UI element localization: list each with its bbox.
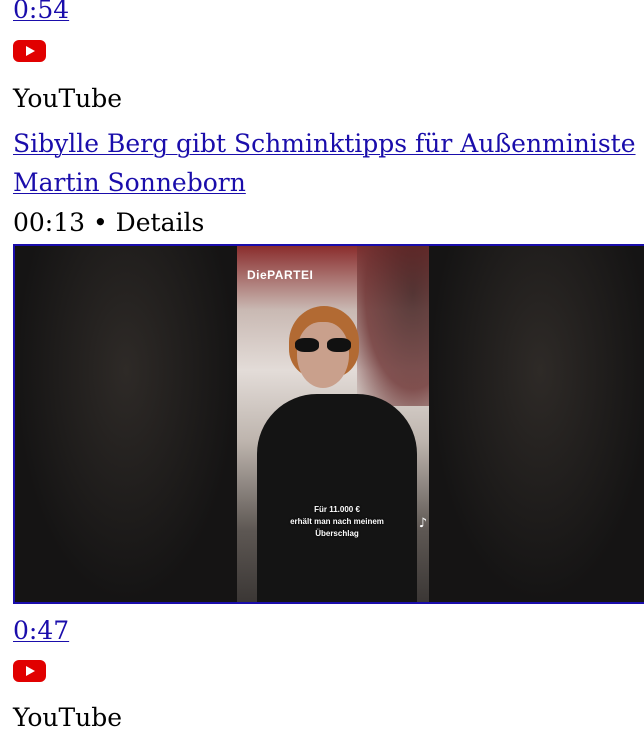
caption-line: erhält man nach meinem xyxy=(290,517,384,526)
video-meta: 00:13 • Details xyxy=(13,208,205,237)
search-results-page: 0:54 YouTube Sibylle Berg gibt Schminkti… xyxy=(0,0,644,740)
channel-link[interactable]: Martin Sonneborn xyxy=(13,170,246,195)
youtube-icon xyxy=(13,40,46,62)
frame-background xyxy=(357,246,437,406)
party-logo: DiePARTEI xyxy=(247,268,314,282)
video-thumbnail[interactable]: DiePARTEI Für 11.000 € erhält man nach m… xyxy=(13,244,644,604)
caption-line: Für 11.000 € xyxy=(314,505,360,514)
tiktok-icon: ♪ xyxy=(418,516,427,531)
video-frame: DiePARTEI Für 11.000 € erhält man nach m… xyxy=(237,246,437,602)
caption-line: Überschlag xyxy=(315,529,359,538)
video-duration-link[interactable]: 0:47 xyxy=(13,618,69,643)
person-body xyxy=(257,394,417,602)
video-source: YouTube xyxy=(13,84,123,113)
sunglasses xyxy=(295,338,351,352)
thumbnail-blur-right xyxy=(429,246,644,602)
youtube-icon xyxy=(13,660,46,682)
video-source: YouTube xyxy=(13,703,123,732)
thumbnail-blur-left xyxy=(15,246,237,602)
video-caption: Für 11.000 € erhält man nach meinem Über… xyxy=(237,504,437,540)
video-duration-link[interactable]: 0:54 xyxy=(13,0,69,22)
person-face xyxy=(297,322,349,388)
video-title-link[interactable]: Sibylle Berg gibt Schminktipps für Außen… xyxy=(13,131,636,156)
